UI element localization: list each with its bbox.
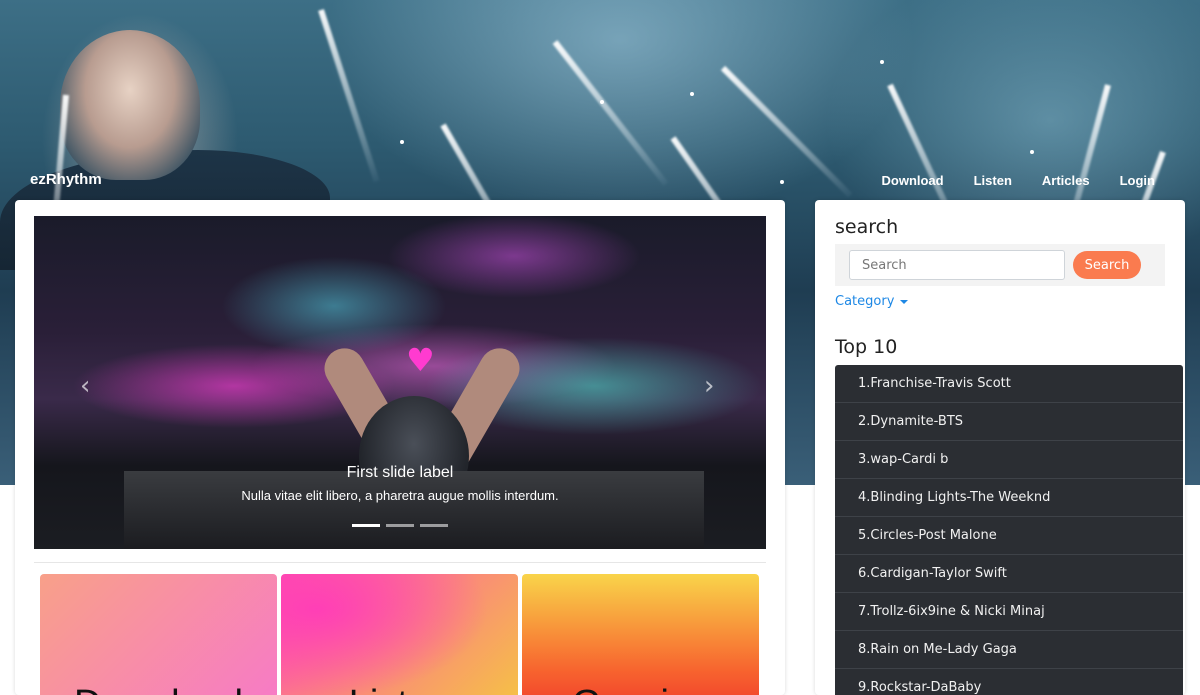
search-input[interactable] (849, 250, 1065, 280)
brand-logo[interactable]: ezRhythm (30, 171, 102, 188)
carousel-caption: First slide label Nulla vitae elit liber… (34, 464, 766, 503)
top10-item[interactable]: 7.Trollz-6ix9ine & Nicki Minaj (835, 593, 1183, 631)
carousel-indicator-3[interactable] (420, 524, 448, 527)
carousel-indicators (352, 524, 448, 527)
top-nav: Download Listen Articles Login (882, 173, 1156, 188)
nav-link-articles[interactable]: Articles (1042, 173, 1090, 188)
main-content-card: ♥ ‹ › First slide label Nulla vitae elit… (15, 200, 785, 695)
crowd-light (400, 140, 404, 144)
nav-link-download[interactable]: Download (882, 173, 944, 188)
top10-item[interactable]: 4.Blinding Lights-The Weeknd (835, 479, 1183, 517)
caret-down-icon (900, 299, 909, 304)
top10-item[interactable]: 9.Rockstar-DaBaby (835, 669, 1183, 695)
top10-item[interactable]: 5.Circles-Post Malone (835, 517, 1183, 555)
tile-download-label: Download (74, 683, 243, 695)
top10-item[interactable]: 3.wap-Cardi b (835, 441, 1183, 479)
crowd-light (780, 180, 784, 184)
category-label: Category (835, 294, 895, 309)
top10-list: 1.Franchise-Travis Scott 2.Dynamite-BTS … (835, 365, 1183, 695)
stage-light-beam (552, 40, 669, 186)
top10-item[interactable]: 1.Franchise-Travis Scott (835, 365, 1183, 403)
crowd-light (1030, 150, 1034, 154)
carousel-indicator-2[interactable] (386, 524, 414, 527)
top10-item[interactable]: 2.Dynamite-BTS (835, 403, 1183, 441)
chevron-right-icon[interactable]: › (704, 371, 714, 401)
hero-person-head (60, 30, 200, 180)
nav-link-listen[interactable]: Listen (974, 173, 1012, 188)
carousel-indicator-1[interactable] (352, 524, 380, 527)
tile-gossips[interactable]: Gossips (522, 574, 759, 695)
feature-tiles: Download Listen Gossips (40, 574, 759, 695)
search-button[interactable]: Search (1073, 251, 1141, 279)
stage-light-beam (318, 9, 380, 183)
search-bar: Search (835, 244, 1165, 286)
crowd-light (600, 100, 604, 104)
image-carousel: ♥ ‹ › First slide label Nulla vitae elit… (34, 216, 766, 549)
slide-text: Nulla vitae elit libero, a pharetra augu… (241, 488, 559, 503)
search-heading: search (835, 216, 899, 238)
sidebar-card: search Search Category Top 10 1.Franchis… (815, 200, 1185, 695)
tile-listen-label: Listen (349, 683, 450, 695)
crowd-light (880, 60, 884, 64)
heart-hands-icon: ♥ (406, 341, 435, 379)
chevron-left-icon[interactable]: ‹ (80, 371, 90, 401)
top10-item[interactable]: 6.Cardigan-Taylor Swift (835, 555, 1183, 593)
divider (34, 562, 766, 563)
category-dropdown[interactable]: Category (835, 294, 909, 309)
tile-listen[interactable]: Listen (281, 574, 518, 695)
tile-download[interactable]: Download (40, 574, 277, 695)
top10-heading: Top 10 (835, 336, 898, 358)
top10-item[interactable]: 8.Rain on Me-Lady Gaga (835, 631, 1183, 669)
crowd-light (690, 92, 694, 96)
tile-gossips-label: Gossips (572, 683, 709, 695)
slide-title: First slide label (346, 464, 454, 481)
stage-light-beam (720, 65, 853, 198)
nav-link-login[interactable]: Login (1120, 173, 1155, 188)
